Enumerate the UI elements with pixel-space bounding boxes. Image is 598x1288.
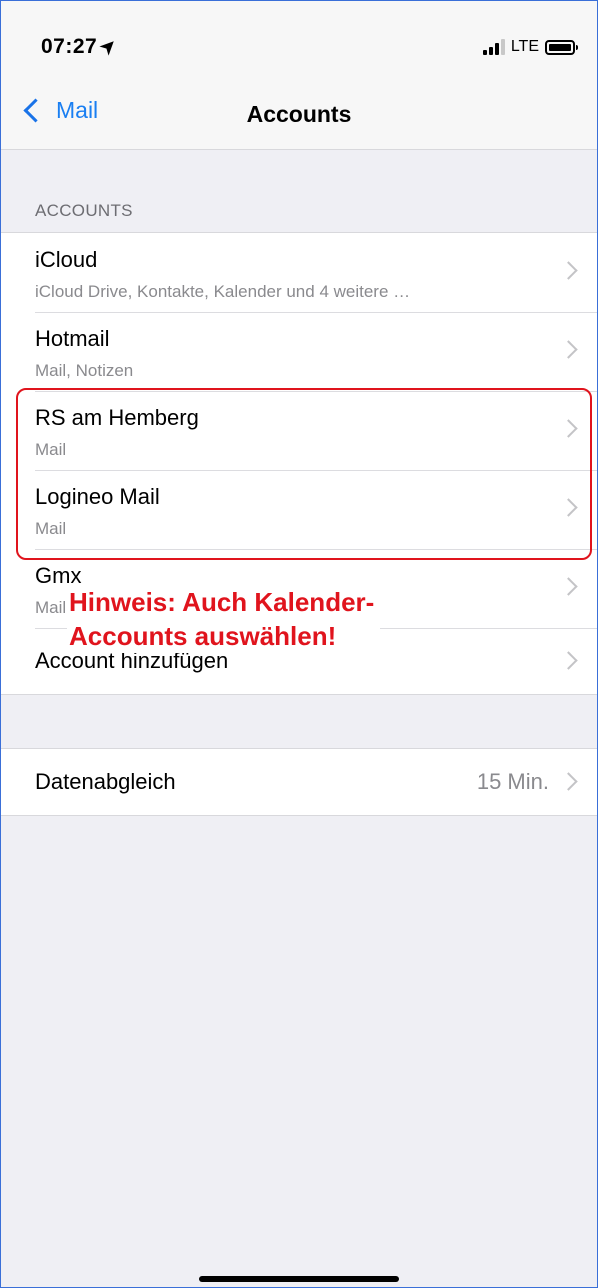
page-title: Accounts [246, 101, 352, 127]
sync-group: Datenabgleich 15 Min. [1, 748, 597, 816]
home-indicator[interactable] [199, 1276, 399, 1282]
sync-label: Datenabgleich [35, 769, 176, 794]
sync-value: 15 Min. [476, 769, 549, 794]
battery-icon [545, 39, 578, 55]
account-subtitle: Mail [35, 598, 67, 617]
annotation-hint: Hinweis: Auch Kalender- Accounts auswähl… [67, 585, 381, 653]
chevron-right-icon [559, 651, 578, 670]
signal-icon [482, 39, 505, 55]
chevron-right-icon [559, 340, 578, 359]
account-row-icloud[interactable]: iCloud iCloud Drive, Kontakte, Kalender … [1, 233, 597, 312]
annotation-highlight-box [16, 388, 592, 560]
chevron-right-icon [559, 577, 578, 596]
location-arrow-icon: ➤ [96, 33, 122, 59]
status-time-text: 07:27 [41, 35, 98, 58]
section-header-accounts: ACCOUNTS [35, 201, 133, 220]
account-subtitle: Mail, Notizen [35, 361, 134, 380]
header: 07:27➤ LTE Mail Accounts [1, 1, 597, 150]
account-row-hotmail[interactable]: Hotmail Mail, Notizen [1, 312, 597, 391]
annotation-line-2: Accounts auswählen! [69, 621, 337, 651]
account-title: iCloud [35, 247, 98, 272]
sync-row[interactable]: Datenabgleich 15 Min. [1, 749, 597, 815]
chevron-right-icon [559, 261, 578, 280]
status-time: 07:27➤ [41, 34, 121, 59]
account-title: Hotmail [35, 326, 110, 351]
annotation-line-1: Hinweis: Auch Kalender- [69, 587, 375, 617]
status-indicators: LTE [482, 37, 578, 57]
account-subtitle: iCloud Drive, Kontakte, Kalender und 4 w… [35, 282, 411, 301]
network-label: LTE [510, 38, 539, 55]
chevron-right-icon [559, 772, 578, 791]
phone-screen: 07:27➤ LTE Mail Accounts ACCOUNTS iCloud… [0, 0, 598, 1288]
